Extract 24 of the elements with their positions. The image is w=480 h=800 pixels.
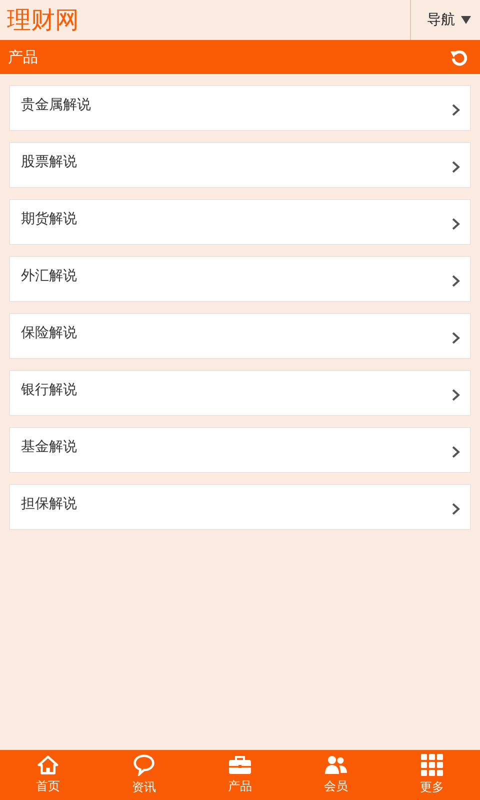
dropdown-icon — [461, 16, 471, 24]
chevron-icon — [452, 275, 460, 287]
list-item[interactable]: 期货解说 — [9, 199, 471, 245]
grid-icon — [421, 754, 443, 776]
list-item[interactable]: 外汇解说 — [9, 256, 471, 302]
list-item[interactable]: 贵金属解说 — [9, 85, 471, 131]
list-item[interactable]: 股票解说 — [9, 142, 471, 188]
list-item[interactable]: 担保解说 — [9, 484, 471, 530]
users-icon — [324, 755, 348, 775]
chevron-icon — [452, 332, 460, 344]
page-title: 产品 — [8, 48, 38, 66]
list-item[interactable]: 银行解说 — [9, 370, 471, 416]
list-item[interactable]: 基金解说 — [9, 427, 471, 473]
chevron-icon — [452, 104, 460, 116]
chevron-icon — [452, 161, 460, 173]
refresh-icon[interactable] — [450, 48, 469, 66]
chevron-icon — [452, 503, 460, 515]
chevron-icon — [452, 218, 460, 230]
home-icon — [37, 755, 59, 775]
list-item[interactable]: 保险解说 — [9, 313, 471, 359]
speech-bubble-icon — [133, 754, 155, 776]
briefcase-icon — [228, 755, 252, 775]
chevron-icon — [452, 389, 460, 401]
chevron-icon — [452, 446, 460, 458]
